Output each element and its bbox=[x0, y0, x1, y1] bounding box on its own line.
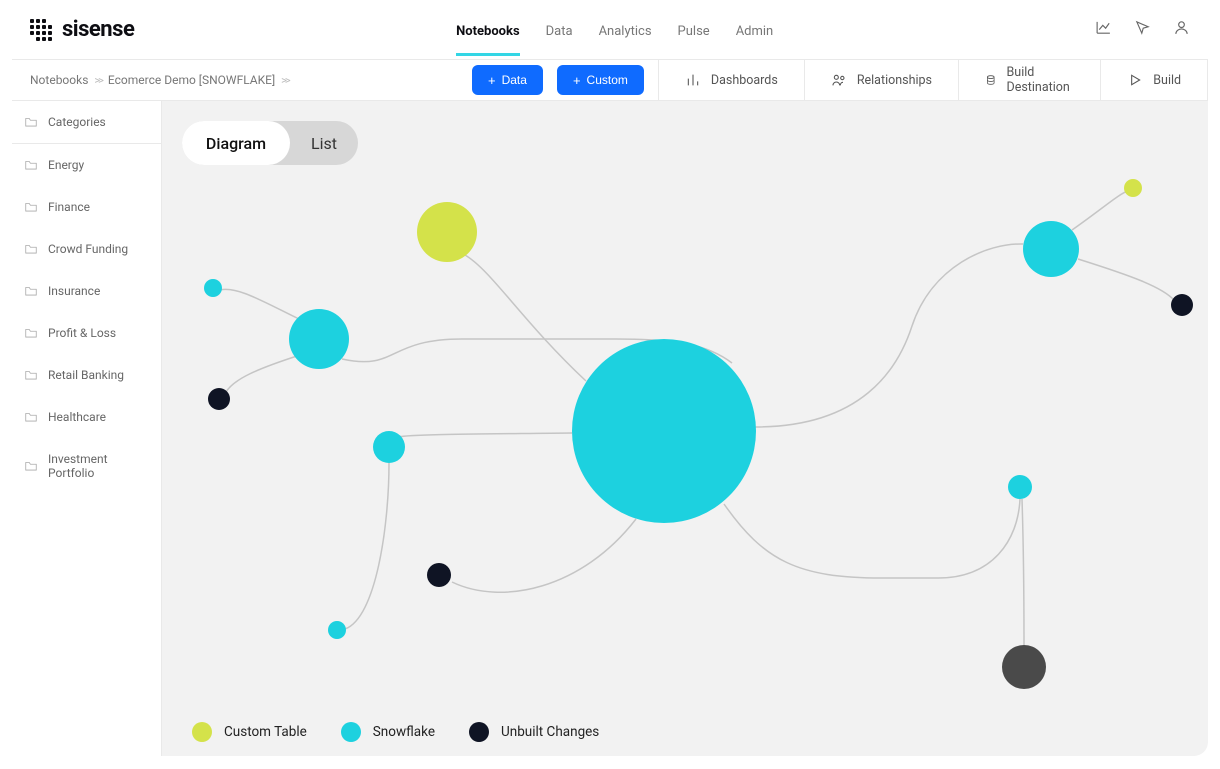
node-cyanMid[interactable] bbox=[373, 431, 405, 463]
topnav-pulse[interactable]: Pulse bbox=[678, 4, 710, 55]
chart-line-icon[interactable] bbox=[1095, 19, 1112, 40]
cursor-click-icon[interactable] bbox=[1134, 19, 1151, 40]
edge-center-cyanRightBig bbox=[755, 244, 1023, 427]
top-nav: Notebooks Data Analytics Pulse Admin bbox=[134, 4, 1095, 55]
folder-icon bbox=[24, 201, 38, 213]
topnav-admin[interactable]: Admin bbox=[736, 4, 774, 55]
body: Categories EnergyFinanceCrowd FundingIns… bbox=[12, 101, 1208, 756]
edge-center-darkSmall2 bbox=[452, 519, 636, 592]
topnav-analytics[interactable]: Analytics bbox=[599, 4, 652, 55]
node-darkSmall2[interactable] bbox=[427, 563, 451, 587]
sidebar: Categories EnergyFinanceCrowd FundingIns… bbox=[12, 101, 162, 756]
legend-swatch-icon bbox=[469, 722, 489, 742]
edge-center-cyanMid bbox=[399, 433, 572, 437]
topnav-data[interactable]: Data bbox=[546, 4, 573, 55]
node-limeTop[interactable] bbox=[417, 202, 477, 262]
folder-icon bbox=[24, 159, 38, 171]
build-destination-button[interactable]: Build Destination bbox=[958, 60, 1100, 100]
view-toggle[interactable]: Diagram List bbox=[182, 121, 358, 165]
node-tinyCyan1[interactable] bbox=[204, 279, 222, 297]
people-icon bbox=[831, 72, 847, 88]
relationships-button[interactable]: Relationships bbox=[804, 60, 958, 100]
sidebar-item-insurance[interactable]: Insurance bbox=[12, 270, 161, 312]
folder-icon bbox=[24, 285, 38, 297]
brand-name: sisense bbox=[62, 17, 134, 42]
topnav-notebooks[interactable]: Notebooks bbox=[456, 4, 520, 55]
sidebar-item-retail-banking[interactable]: Retail Banking bbox=[12, 354, 161, 396]
user-icon[interactable] bbox=[1173, 19, 1190, 40]
app-root: sisense Notebooks Data Analytics Pulse Admin… bbox=[12, 0, 1208, 756]
folder-icon bbox=[24, 243, 38, 255]
view-toggle-list[interactable]: List bbox=[290, 121, 358, 165]
edge-cyanLeft-tinyCyan1 bbox=[220, 289, 299, 319]
edge-cyanRightBig-limeTiny bbox=[1072, 191, 1128, 230]
sidebar-item-profit-loss[interactable]: Profit & Loss bbox=[12, 312, 161, 354]
build-button[interactable]: Build bbox=[1100, 60, 1208, 100]
logo-mark-icon bbox=[30, 19, 52, 41]
sidebar-item-healthcare[interactable]: Healthcare bbox=[12, 396, 161, 438]
node-center[interactable] bbox=[572, 339, 756, 523]
node-tinyCyan2[interactable] bbox=[328, 621, 346, 639]
diagram-canvas[interactable]: Diagram List Custom Table Snowflake Unbu… bbox=[162, 101, 1208, 756]
secondary-bar: Notebooks >> Ecomerce Demo [SNOWFLAKE] >… bbox=[12, 60, 1208, 101]
edge-cyanLeft-darkSmall1 bbox=[226, 356, 297, 392]
diagram-legend: Custom Table Snowflake Unbuilt Changes bbox=[192, 722, 599, 742]
node-cyanLeft[interactable] bbox=[289, 309, 349, 369]
folder-icon bbox=[24, 411, 38, 423]
plus-icon: + bbox=[488, 74, 496, 87]
dashboards-button[interactable]: Dashboards bbox=[658, 60, 804, 100]
tool-actions: Dashboards Relationships Build Destinati… bbox=[658, 60, 1208, 100]
sidebar-header[interactable]: Categories bbox=[12, 101, 161, 144]
sidebar-item-energy[interactable]: Energy bbox=[12, 144, 161, 186]
node-darkSmall1[interactable] bbox=[208, 388, 230, 410]
database-icon bbox=[985, 72, 997, 88]
legend-custom-table: Custom Table bbox=[192, 722, 307, 742]
folder-icon bbox=[24, 369, 38, 381]
node-greyBig[interactable] bbox=[1002, 645, 1046, 689]
edge-cyanRightBig-darkTiny bbox=[1078, 259, 1174, 300]
bar-chart-icon bbox=[685, 72, 701, 88]
breadcrumb: Notebooks >> Ecomerce Demo [SNOWFLAKE] >… bbox=[12, 60, 472, 100]
view-toggle-diagram[interactable]: Diagram bbox=[182, 121, 290, 165]
folder-icon bbox=[24, 116, 38, 128]
relationship-diagram bbox=[162, 101, 1208, 756]
edge-cyanMid-tinyCyan2 bbox=[345, 463, 389, 629]
node-limeTiny[interactable] bbox=[1124, 179, 1142, 197]
edge-cyanSmallRight-greyBig bbox=[1022, 499, 1024, 645]
chevron-right-icon: >> bbox=[281, 74, 289, 87]
edge-center-cyanSmallRight bbox=[724, 499, 1020, 578]
legend-swatch-icon bbox=[192, 722, 212, 742]
add-data-button[interactable]: +Data bbox=[472, 65, 543, 95]
top-icons bbox=[1095, 19, 1190, 40]
breadcrumb-root[interactable]: Notebooks bbox=[30, 73, 88, 87]
chevron-right-icon: >> bbox=[94, 74, 102, 87]
sidebar-item-investment-portfolio[interactable]: Investment Portfolio bbox=[12, 438, 161, 494]
folder-icon bbox=[24, 460, 38, 472]
play-icon bbox=[1127, 72, 1143, 88]
legend-swatch-icon bbox=[341, 722, 361, 742]
node-darkTiny[interactable] bbox=[1171, 294, 1193, 316]
node-cyanRightBig[interactable] bbox=[1023, 221, 1079, 277]
folder-icon bbox=[24, 327, 38, 339]
edge-center-limeTop bbox=[465, 255, 586, 381]
node-cyanSmallRight[interactable] bbox=[1008, 475, 1032, 499]
top-bar: sisense Notebooks Data Analytics Pulse Admin bbox=[12, 0, 1208, 60]
add-custom-button[interactable]: +Custom bbox=[557, 65, 644, 95]
primary-actions: +Data +Custom bbox=[472, 60, 658, 100]
brand-logo[interactable]: sisense bbox=[30, 17, 134, 42]
breadcrumb-current[interactable]: Ecomerce Demo [SNOWFLAKE] bbox=[108, 73, 275, 87]
plus-icon: + bbox=[573, 74, 581, 87]
legend-unbuilt: Unbuilt Changes bbox=[469, 722, 599, 742]
sidebar-item-finance[interactable]: Finance bbox=[12, 186, 161, 228]
sidebar-item-crowd-funding[interactable]: Crowd Funding bbox=[12, 228, 161, 270]
legend-snowflake: Snowflake bbox=[341, 722, 435, 742]
